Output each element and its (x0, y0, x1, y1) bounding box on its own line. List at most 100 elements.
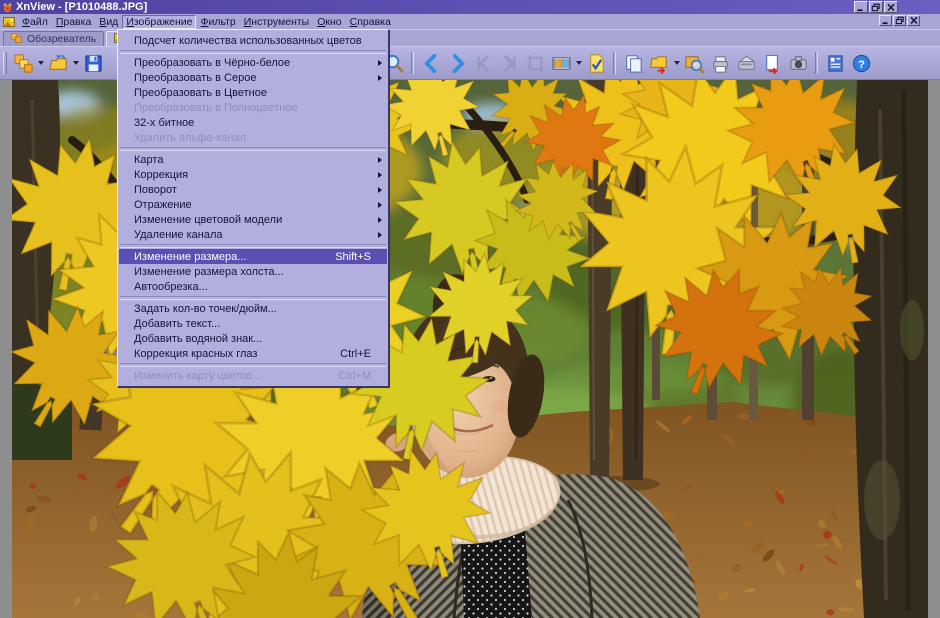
menu-item[interactable]: Автообрезка... (119, 279, 387, 294)
menu-item-label: Добавить водяной знак... (134, 333, 262, 345)
menu-item[interactable]: Преобразовать в Серое (119, 70, 387, 85)
minimize-button-child[interactable] (879, 15, 892, 26)
export-button[interactable] (759, 50, 785, 76)
batch-convert-button[interactable] (583, 50, 609, 76)
menu-item[interactable]: Добавить водяной знак... (119, 331, 387, 346)
menu-item-label: Преобразовать в Цветное (134, 87, 267, 99)
menu-item: Изменить карту цветов...Ctrl+M (119, 368, 387, 383)
restore-button-child[interactable] (893, 15, 906, 26)
submenu-arrow-icon (378, 232, 382, 238)
browser-arrow-icon (38, 61, 44, 65)
help-button[interactable]: ? (848, 50, 874, 76)
menubar-item-файл[interactable]: Файл (18, 15, 52, 29)
print-button[interactable] (707, 50, 733, 76)
save-icon (83, 53, 104, 74)
menu-item-shortcut: Shift+S (335, 251, 371, 263)
menubar-item-справка[interactable]: Справка (346, 15, 395, 29)
open-button[interactable] (45, 50, 71, 76)
next-image-icon (447, 53, 468, 74)
fullscreen-button[interactable] (681, 50, 707, 76)
submenu-arrow-icon (378, 157, 382, 163)
previous-image-button[interactable] (418, 50, 444, 76)
acquire-button[interactable] (733, 50, 759, 76)
menu-item-label: Удалить альфа-канал (134, 132, 246, 144)
menubar-item-фильтр[interactable]: Фильтр (196, 15, 239, 29)
slideshow-button[interactable] (548, 50, 574, 76)
menu-item[interactable]: Отражение (119, 197, 387, 212)
copy-file-icon (623, 53, 644, 74)
properties-button[interactable] (822, 50, 848, 76)
menu-item[interactable]: Изменение размера...Shift+S (119, 249, 387, 264)
copy-file-button[interactable] (620, 50, 646, 76)
window-title: XnView - [P1010488.JPG] (16, 0, 147, 14)
menubar-item-вид[interactable]: Вид (95, 15, 122, 29)
menu-item-label: Задать кол-во точек/дюйм... (134, 303, 277, 315)
slideshow-dropdown-arrow[interactable] (574, 50, 583, 76)
properties-icon (825, 53, 846, 74)
menubar-item-правка[interactable]: Правка (52, 15, 95, 29)
crop-icon (525, 53, 546, 74)
acquire-icon (736, 53, 757, 74)
close-button-child[interactable] (907, 15, 920, 26)
export-icon (762, 53, 783, 74)
browser-icon (13, 53, 34, 74)
browser-dropdown-arrow[interactable] (36, 50, 45, 76)
last-image-icon (499, 53, 520, 74)
open-icon (48, 53, 69, 74)
menubar-item-окно[interactable]: Окно (313, 15, 345, 29)
menu-item[interactable]: Изменение цветовой модели (119, 212, 387, 227)
open-arrow-icon (73, 61, 79, 65)
menu-item[interactable]: Задать кол-во точек/дюйм... (119, 301, 387, 316)
browser-tab-icon (11, 33, 23, 46)
menu-item: Преобразовать в Полноцветное (119, 100, 387, 115)
menu-item-label: Преобразовать в Серое (134, 72, 256, 84)
menu-item[interactable]: Поворот (119, 182, 387, 197)
menu-item[interactable]: Преобразовать в Цветное (119, 85, 387, 100)
window-controls (854, 1, 898, 13)
open-dropdown-arrow[interactable] (71, 50, 80, 76)
menu-item-shortcut: Ctrl+E (340, 348, 371, 360)
capture-button[interactable] (785, 50, 811, 76)
print-icon (710, 53, 731, 74)
menubar-item-изображение[interactable]: Изображение (122, 15, 196, 29)
child-window-icon (3, 16, 15, 28)
save-button[interactable] (80, 50, 106, 76)
menu-item[interactable]: Изменение размера холста... (119, 264, 387, 279)
menu-item[interactable]: Добавить текст... (119, 316, 387, 331)
toolbar-grip-handle[interactable] (3, 52, 7, 74)
close-button[interactable] (884, 1, 898, 13)
menu-item[interactable]: Подсчет количества использованных цветов (119, 33, 387, 48)
menu-item-label: Подсчет количества использованных цветов (134, 35, 362, 47)
menu-item[interactable]: Карта (119, 152, 387, 167)
first-image-icon (473, 53, 494, 74)
move-file-button[interactable] (646, 50, 672, 76)
menu-item[interactable]: 32-х битное (119, 115, 387, 130)
tab-browser[interactable]: Обозреватель (3, 31, 104, 46)
next-image-button[interactable] (444, 50, 470, 76)
menu-item[interactable]: Преобразовать в Чёрно-белое (119, 55, 387, 70)
toolbar-separator (613, 52, 616, 74)
menubar-item-инструменты[interactable]: Инструменты (240, 15, 313, 29)
menu-item-label: Преобразовать в Чёрно-белое (134, 57, 290, 69)
restore-button[interactable] (869, 1, 883, 13)
menu-item[interactable]: Коррекция красных глаз Ctrl+E (119, 346, 387, 361)
menu-item[interactable]: Коррекция (119, 167, 387, 182)
submenu-arrow-icon (378, 75, 382, 81)
move-file-dropdown-arrow[interactable] (672, 50, 681, 76)
submenu-arrow-icon (378, 172, 382, 178)
toolbar-separator (411, 52, 414, 74)
capture-icon (788, 53, 809, 74)
menu-item-shortcut: Ctrl+M (338, 370, 371, 382)
submenu-arrow-icon (378, 187, 382, 193)
toolbar-separator (815, 52, 818, 74)
browser-button[interactable] (10, 50, 36, 76)
svg-text:?: ? (858, 58, 865, 70)
menu-item-label: Коррекция красных глаз (134, 348, 257, 360)
menu-item[interactable]: Удаление канала (119, 227, 387, 242)
batch-convert-icon (586, 53, 607, 74)
move-file-arrow-icon (674, 61, 680, 65)
submenu-arrow-icon (378, 217, 382, 223)
menu-separator (119, 48, 387, 55)
minimize-button[interactable] (854, 1, 868, 13)
first-image-button (470, 50, 496, 76)
